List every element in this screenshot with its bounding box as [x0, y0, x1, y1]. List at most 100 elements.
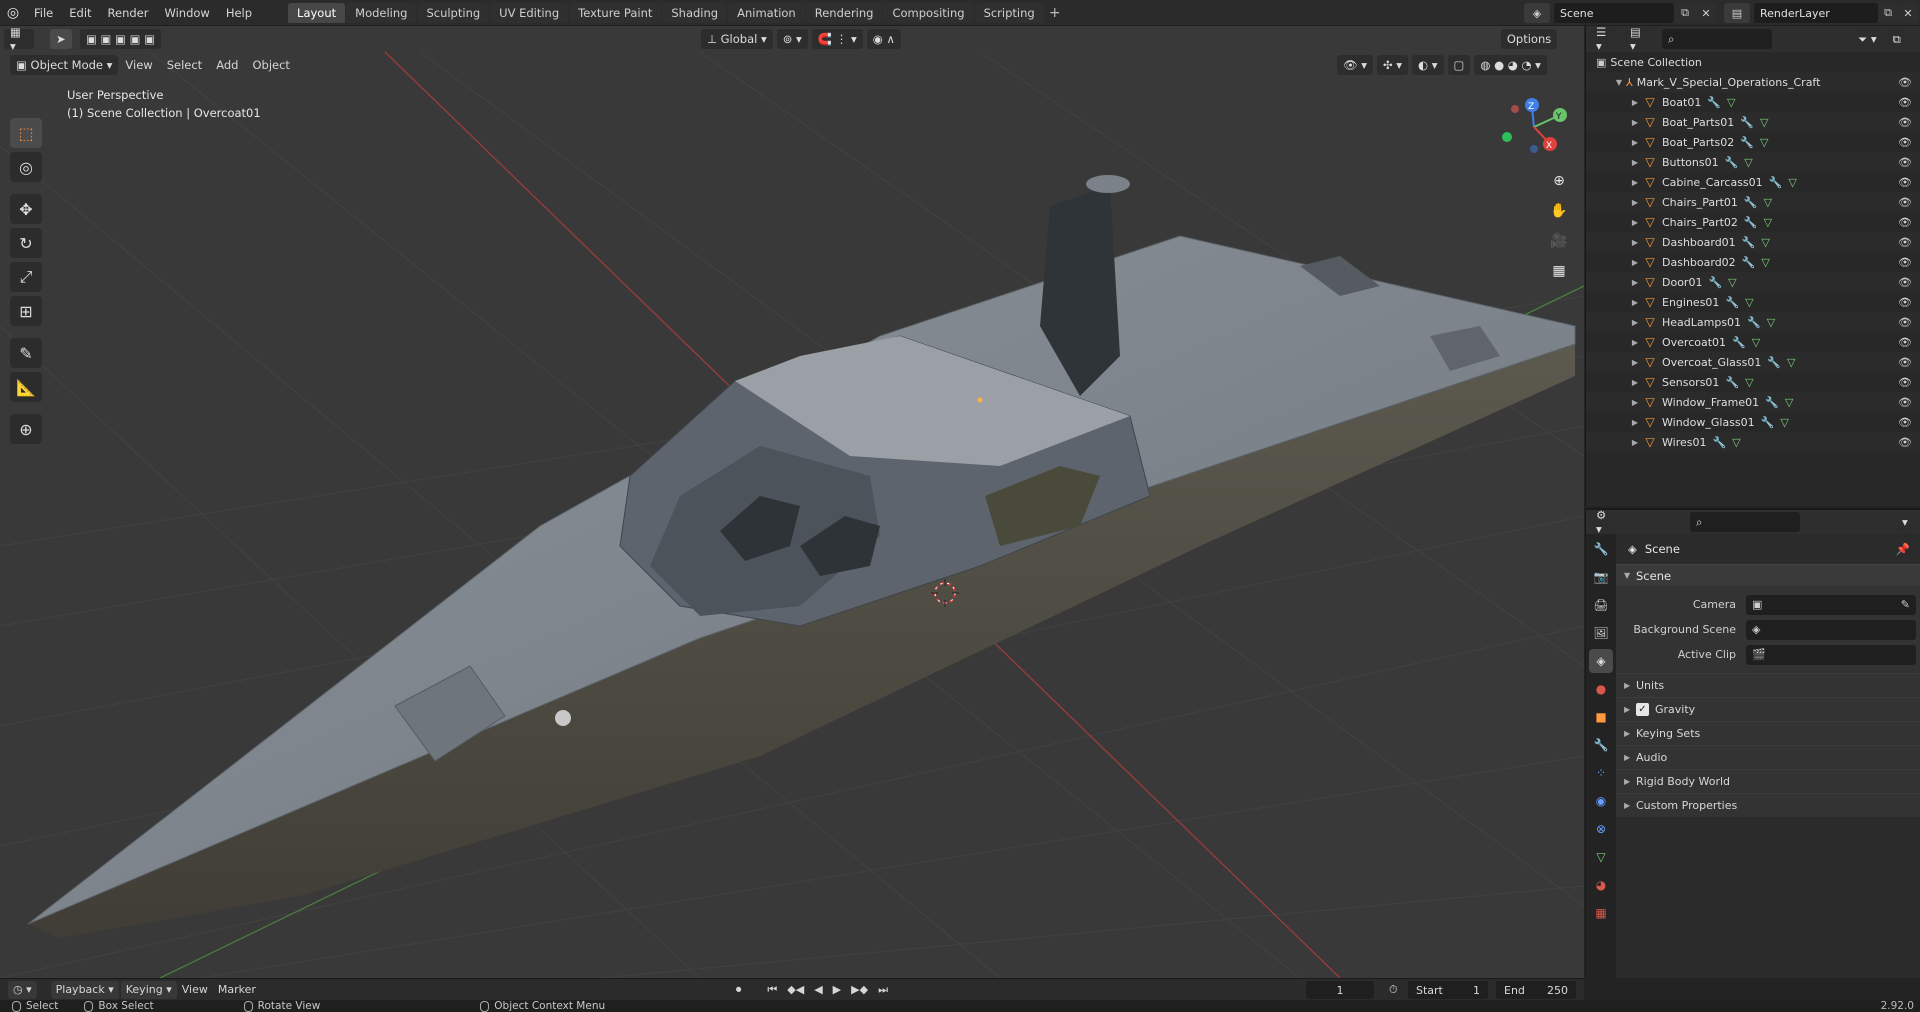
mesh-data-icon[interactable]: ▽ — [1760, 116, 1768, 129]
tab-layout[interactable]: Layout — [288, 2, 346, 23]
modifier-icon[interactable]: 🔧 — [1742, 236, 1756, 249]
cursor-tool-icon[interactable]: ◎ — [10, 152, 42, 182]
boat-model[interactable] — [27, 175, 1576, 938]
constraints-tab-icon[interactable]: ⊗ — [1589, 817, 1613, 841]
modifier-icon[interactable]: 🔧 — [1725, 376, 1739, 389]
visibility-eye-icon[interactable]: 👁 — [1898, 416, 1912, 429]
expand-arrow-icon[interactable]: ▶ — [1628, 178, 1642, 187]
menu-select[interactable]: Select — [160, 58, 209, 72]
visibility-eye-icon[interactable]: 👁 — [1898, 236, 1912, 249]
outliner-object-row[interactable]: ▶ ▽ Dashboard01 🔧 ▽ 👁 — [1586, 232, 1920, 252]
modifier-icon[interactable]: 🔧 — [1767, 356, 1781, 369]
object-origin-dot[interactable] — [977, 397, 983, 403]
active-clip-field[interactable]: 🎬 — [1746, 644, 1916, 665]
3d-viewport[interactable]: Z Y X ▦ ▾ ➤ ▣ ▣ ▣ ▣ ▣ ⊥ Global ▾ ⊚ ▾ 🧲 ⋮… — [0, 26, 1584, 978]
mesh-data-icon[interactable]: ▽ — [1760, 136, 1768, 149]
next-keyframe-icon[interactable]: ▶◆ — [846, 981, 873, 999]
custom-properties-panel[interactable]: ▶ Custom Properties — [1616, 793, 1920, 817]
outliner-object-row[interactable]: ▶ ▽ Wires01 🔧 ▽ 👁 — [1586, 432, 1920, 452]
scale-tool-icon[interactable]: ⤢ — [10, 262, 42, 292]
visibility-icon[interactable]: 👁 ▾ — [1336, 55, 1373, 75]
play-reverse-icon[interactable]: ◀ — [809, 981, 827, 999]
expand-arrow-icon[interactable]: ▶ — [1628, 138, 1642, 147]
visibility-eye-icon[interactable]: 👁 — [1898, 116, 1912, 129]
visibility-eye-icon[interactable]: 👁 — [1898, 176, 1912, 189]
menu-add[interactable]: Add — [209, 58, 245, 72]
object-tab-icon[interactable]: ■ — [1589, 705, 1613, 729]
expand-arrow-icon[interactable]: ▶ — [1628, 398, 1642, 407]
visibility-eye-icon[interactable]: 👁 — [1898, 336, 1912, 349]
menu-window[interactable]: Window — [156, 2, 217, 24]
modifier-icon[interactable]: 🔧 — [1744, 196, 1758, 209]
mesh-data-icon[interactable]: ▽ — [1761, 256, 1769, 269]
jump-end-icon[interactable]: ⏭ — [873, 981, 893, 999]
gizmo-toggle-icon[interactable]: ✣ ▾ — [1376, 55, 1409, 75]
outliner-object-row[interactable]: ▶ ▽ Overcoat_Glass01 🔧 ▽ 👁 — [1586, 352, 1920, 372]
record-icon[interactable]: ⏺ — [731, 981, 747, 999]
audio-panel[interactable]: ▶ Audio — [1616, 745, 1920, 769]
modifier-icon[interactable]: 🔧 — [1725, 296, 1739, 309]
end-frame-field[interactable]: End 250 — [1496, 981, 1576, 999]
modifier-icon[interactable]: 🔧 — [1707, 96, 1721, 109]
menu-edit[interactable]: Edit — [61, 2, 99, 24]
mesh-data-icon[interactable]: ▽ — [1761, 236, 1769, 249]
start-frame-field[interactable]: Start 1 — [1408, 981, 1488, 999]
jump-start-icon[interactable]: ⏮ — [762, 981, 782, 999]
move-tool-icon[interactable]: ✥ — [10, 194, 42, 224]
visibility-eye-icon[interactable]: 👁 — [1898, 276, 1912, 289]
tab-compositing[interactable]: Compositing — [883, 2, 974, 23]
select-box-tool-icon[interactable]: ⬚ — [10, 118, 42, 148]
expand-arrow-icon[interactable]: ▶ — [1628, 118, 1642, 127]
tab-uv-editing[interactable]: UV Editing — [490, 2, 569, 23]
expand-arrow-icon[interactable]: ▶ — [1628, 258, 1642, 267]
visibility-eye-icon[interactable]: 👁 — [1898, 96, 1912, 109]
physics-tab-icon[interactable]: ◉ — [1589, 789, 1613, 813]
pan-hand-icon[interactable]: ✋ — [1546, 198, 1572, 224]
tab-modeling[interactable]: Modeling — [346, 2, 417, 23]
tab-shading[interactable]: Shading — [662, 2, 728, 23]
camera-view-icon[interactable]: 🎥 — [1546, 228, 1572, 254]
mesh-data-icon[interactable]: ▽ — [1727, 96, 1735, 109]
visibility-eye-icon[interactable]: 👁 — [1898, 156, 1912, 169]
mesh-data-icon[interactable]: ▽ — [1787, 356, 1795, 369]
preview-range-icon[interactable]: ⏱ — [1384, 981, 1403, 999]
mesh-data-icon[interactable]: ▽ — [1728, 276, 1736, 289]
mesh-data-icon[interactable]: ▽ — [1745, 296, 1753, 309]
outliner-object-row[interactable]: ▶ ▽ Window_Frame01 🔧 ▽ 👁 — [1586, 392, 1920, 412]
modifier-icon[interactable]: 🔧 — [1708, 276, 1722, 289]
mesh-data-icon[interactable]: ▽ — [1780, 416, 1788, 429]
visibility-eye-icon[interactable]: 👁 — [1898, 316, 1912, 329]
timeline-menu-marker[interactable]: Marker — [213, 981, 261, 999]
output-tab-icon[interactable]: 🖨 — [1589, 593, 1613, 617]
play-icon[interactable]: ▶ — [828, 981, 846, 999]
view-layer-field[interactable]: RenderLayer — [1754, 3, 1878, 23]
annotate-tool-icon[interactable]: ✎ — [10, 338, 42, 368]
navigation-gizmo[interactable] — [1502, 98, 1567, 153]
mesh-data-icon[interactable]: ▽ — [1788, 176, 1796, 189]
mesh-data-icon[interactable]: ▽ — [1764, 216, 1772, 229]
scene-collection-row[interactable]: ▣ Scene Collection — [1586, 52, 1920, 72]
outliner-object-row[interactable]: ▶ ▽ Overcoat01 🔧 ▽ 👁 — [1586, 332, 1920, 352]
menu-render[interactable]: Render — [100, 2, 157, 24]
mesh-data-icon[interactable]: ▽ — [1752, 336, 1760, 349]
pivot-point-icon[interactable]: ⊚ ▾ — [776, 29, 808, 49]
expand-arrow-icon[interactable]: ▶ — [1628, 218, 1642, 227]
view-layer-selector-icon[interactable]: ▤ — [1724, 3, 1750, 23]
camera-field[interactable]: ▣ ✎ — [1746, 594, 1916, 615]
object-mode-dropdown[interactable]: ▣ Object Mode ▾ — [10, 55, 119, 75]
outliner-object-row[interactable]: ▶ ▽ Chairs_Part02 🔧 ▽ 👁 — [1586, 212, 1920, 232]
outliner-object-row[interactable]: ▶ ▽ Boat_Parts01 🔧 ▽ 👁 — [1586, 112, 1920, 132]
modifier-icon[interactable]: 🔧 — [1747, 316, 1761, 329]
outliner-object-row[interactable]: ▶ ▽ Buttons01 🔧 ▽ 👁 — [1586, 152, 1920, 172]
visibility-eye-icon[interactable]: 👁 — [1898, 76, 1912, 89]
mesh-data-icon[interactable]: ▽ — [1745, 376, 1753, 389]
menu-view[interactable]: View — [118, 58, 159, 72]
measure-tool-icon[interactable]: 📐 — [10, 372, 42, 402]
visibility-eye-icon[interactable]: 👁 — [1898, 376, 1912, 389]
add-workspace-icon[interactable]: + — [1045, 5, 1065, 21]
outliner-object-row[interactable]: ▶ ▽ HeadLamps01 🔧 ▽ 👁 — [1586, 312, 1920, 332]
expand-arrow-icon[interactable]: ▶ — [1628, 338, 1642, 347]
outliner-search-input[interactable]: ⌕ — [1662, 29, 1772, 49]
properties-editor-type-icon[interactable]: ⚙ ▾ — [1590, 508, 1620, 536]
material-tab-icon[interactable]: ◕ — [1589, 873, 1613, 897]
